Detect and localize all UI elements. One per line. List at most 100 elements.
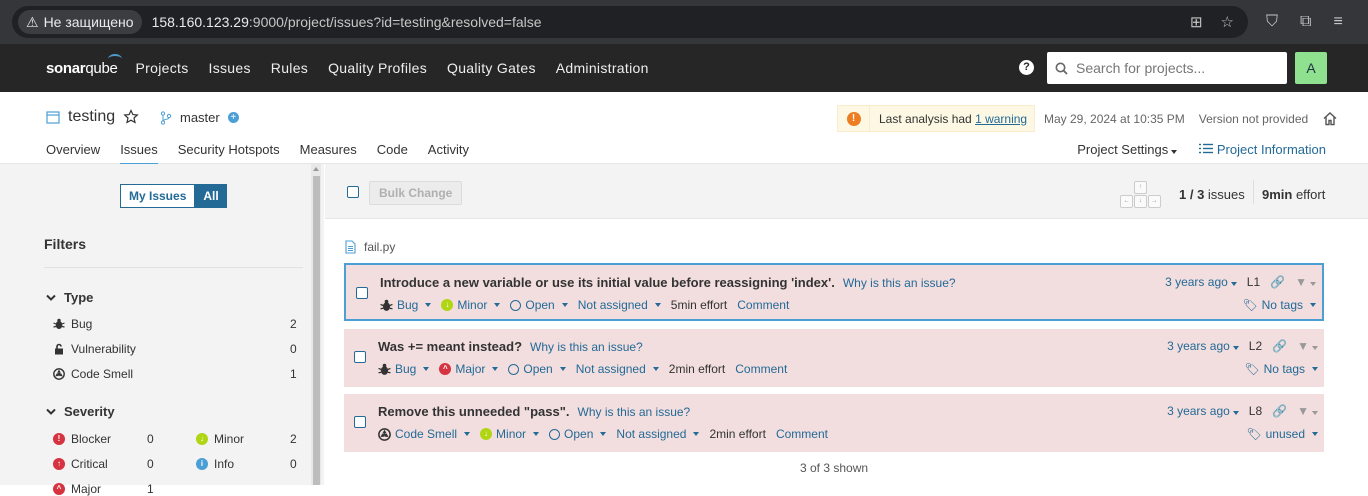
warning-link[interactable]: 1 warning <box>975 112 1027 126</box>
user-avatar[interactable]: A <box>1295 52 1327 84</box>
filter-icon[interactable]: ▼ <box>1295 275 1316 289</box>
tag-icon: 🏷 <box>1246 427 1262 441</box>
url-path: :9000/project/issues?id=testing&resolved… <box>248 14 542 30</box>
filter-icon[interactable]: ▼ <box>1297 404 1318 418</box>
severity-critical-facet[interactable]: ↑ Critical <box>53 457 108 471</box>
sidebar-scrollbar[interactable] <box>311 164 321 485</box>
tab-measures[interactable]: Measures <box>300 142 357 166</box>
why-link[interactable]: Why is this an issue? <box>530 340 643 354</box>
branch-add-icon[interactable]: + <box>227 112 239 123</box>
shield-extension-icon[interactable]: ⛉ <box>1266 13 1278 31</box>
issue-status-dropdown[interactable]: Open <box>510 298 568 312</box>
issue-assignee-dropdown[interactable]: Not assigned <box>578 298 661 312</box>
comment-link[interactable]: Comment <box>737 298 789 312</box>
all-issues-button[interactable]: All <box>195 184 227 208</box>
my-issues-button[interactable]: My Issues <box>120 184 196 208</box>
chevron-down-icon <box>1232 411 1239 415</box>
severity-facet-header[interactable]: Severity <box>46 404 115 419</box>
issue-status-dropdown[interactable]: Open <box>508 362 566 376</box>
issue-assignee-dropdown[interactable]: Not assigned <box>576 362 659 376</box>
issue-age-dropdown[interactable]: 3 years ago <box>1167 404 1239 418</box>
why-link[interactable]: Why is this an issue? <box>578 405 691 419</box>
issue-row[interactable]: Introduce a new variable or use its init… <box>344 263 1324 321</box>
tab-code[interactable]: Code <box>377 142 408 166</box>
issue-checkbox[interactable] <box>354 416 366 428</box>
search-input[interactable] <box>1076 60 1276 76</box>
issue-severity-dropdown[interactable]: ^ Major <box>439 362 499 376</box>
link-icon[interactable]: 🔗 <box>1272 339 1287 353</box>
severity-info-facet[interactable]: i Info <box>196 457 234 471</box>
issue-row[interactable]: Remove this unneeded "pass". Why is this … <box>344 394 1324 452</box>
issue-severity-dropdown[interactable]: ↓ Minor <box>441 298 501 312</box>
issues-count-value: 1 / 3 <box>1179 187 1205 202</box>
link-icon[interactable]: 🔗 <box>1272 404 1287 418</box>
issue-checkbox[interactable] <box>356 287 368 299</box>
bookmark-star-icon[interactable]: ☆ <box>1221 13 1234 31</box>
file-name[interactable]: fail.py <box>364 240 395 254</box>
issue-severity-dropdown[interactable]: ↓ Minor <box>480 427 540 441</box>
comment-link[interactable]: Comment <box>735 362 787 376</box>
extensions-puzzle-icon[interactable]: ⧉ <box>1300 13 1311 31</box>
issue-message[interactable]: Remove this unneeded "pass". <box>378 404 570 419</box>
sonarqube-logo[interactable]: sonarqube <box>46 53 122 77</box>
code-smell-icon <box>53 368 65 380</box>
issue-type-dropdown[interactable]: Code Smell <box>378 427 471 441</box>
issue-message[interactable]: Introduce a new variable or use its init… <box>380 275 835 290</box>
issue-tags-dropdown[interactable]: 🏷 No tags <box>1242 298 1316 312</box>
severity-major-facet[interactable]: ^ Major <box>53 482 101 496</box>
issue-row[interactable]: Was += meant instead? Why is this an issu… <box>344 329 1324 387</box>
nav-rules[interactable]: Rules <box>271 60 308 76</box>
nav-issues[interactable]: Issues <box>209 60 251 76</box>
issue-type-label: Code Smell <box>395 427 458 441</box>
translate-icon[interactable]: ⊞ <box>1190 13 1203 31</box>
issue-message[interactable]: Was += meant instead? <box>378 339 522 354</box>
nav-projects[interactable]: Projects <box>136 60 189 76</box>
nav-quality-profiles[interactable]: Quality Profiles <box>328 60 427 76</box>
issue-assignee-dropdown[interactable]: Not assigned <box>616 427 700 441</box>
link-icon[interactable]: 🔗 <box>1270 275 1285 289</box>
branch-selector[interactable]: master + <box>160 110 239 125</box>
type-facet-header[interactable]: Type <box>46 290 93 305</box>
tab-security-hotspots[interactable]: Security Hotspots <box>178 142 280 166</box>
nav-administration[interactable]: Administration <box>556 60 649 76</box>
help-icon[interactable]: ? <box>1019 60 1034 75</box>
type-code-smell-facet[interactable]: Code Smell <box>53 367 133 381</box>
home-icon[interactable] <box>1322 111 1338 126</box>
favorite-star-icon[interactable] <box>123 109 139 125</box>
project-tabs: Overview Issues Security Hotspots Measur… <box>46 142 489 166</box>
issue-assignee-label: Not assigned <box>575 362 646 376</box>
why-link[interactable]: Why is this an issue? <box>843 276 956 290</box>
issue-checkbox[interactable] <box>354 351 366 363</box>
reading-list-icon[interactable]: ≡ <box>1333 13 1342 31</box>
tab-activity[interactable]: Activity <box>428 142 469 166</box>
tab-overview[interactable]: Overview <box>46 142 100 166</box>
issue-tags-label: No tags <box>1263 362 1305 376</box>
project-settings-menu[interactable]: Project Settings <box>1077 142 1178 157</box>
issue-type-dropdown[interactable]: Bug <box>378 362 430 376</box>
nav-quality-gates[interactable]: Quality Gates <box>447 60 536 76</box>
bulk-change-button[interactable]: Bulk Change <box>369 181 463 205</box>
issue-age-dropdown[interactable]: 3 years ago <box>1167 339 1239 353</box>
type-bug-facet[interactable]: Bug <box>53 317 92 331</box>
type-vulnerability-facet[interactable]: Vulnerability <box>53 342 136 356</box>
issue-age-dropdown[interactable]: 3 years ago <box>1165 275 1237 289</box>
tab-issues[interactable]: Issues <box>120 142 158 166</box>
issue-tags-dropdown[interactable]: 🏷 unused <box>1246 427 1318 441</box>
issue-tags-dropdown[interactable]: 🏷 No tags <box>1244 362 1318 376</box>
issues-count-label: issues <box>1204 187 1245 202</box>
filter-icon[interactable]: ▼ <box>1297 339 1318 353</box>
comment-link[interactable]: Comment <box>776 427 828 441</box>
url-text[interactable]: 158.160.123.29:9000/project/issues?id=te… <box>152 14 542 30</box>
project-name[interactable]: testing <box>68 108 115 126</box>
project-information-link[interactable]: Project Information <box>1199 142 1326 157</box>
scrollbar-thumb[interactable] <box>313 176 320 485</box>
security-indicator[interactable]: ⚠ Не защищено <box>18 10 142 34</box>
severity-minor-facet[interactable]: ↓ Minor <box>196 432 244 446</box>
scroll-up-icon[interactable] <box>313 167 319 171</box>
address-bar[interactable]: ⚠ Не защищено 158.160.123.29:9000/projec… <box>12 6 1248 38</box>
issue-type-dropdown[interactable]: Bug <box>380 298 432 312</box>
issue-status-dropdown[interactable]: Open <box>549 427 607 441</box>
select-all-checkbox[interactable] <box>347 186 359 198</box>
severity-blocker-facet[interactable]: ! Blocker <box>53 432 111 446</box>
project-search-box[interactable] <box>1047 52 1287 84</box>
